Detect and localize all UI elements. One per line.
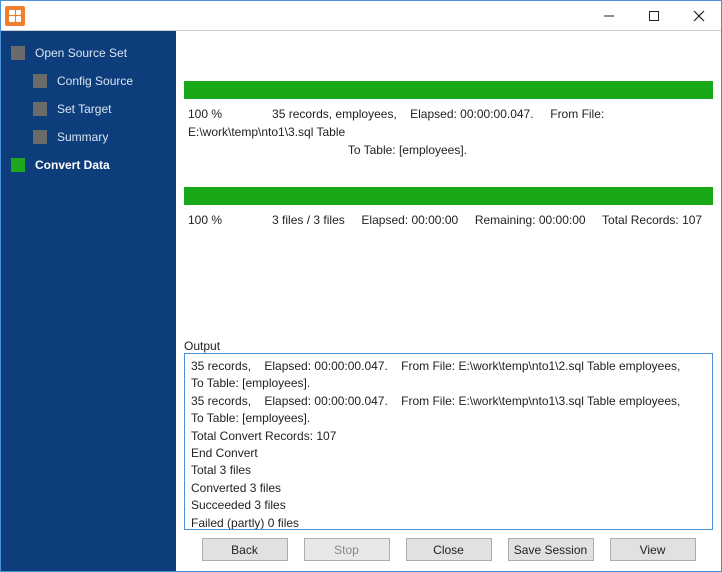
overall-progress-elapsed: Elapsed: 00:00:00 <box>361 213 458 227</box>
save-session-button[interactable]: Save Session <box>508 538 594 561</box>
sidebar-item-label: Set Target <box>57 102 111 116</box>
file-progress-info: 100 % 35 records, employees, Elapsed: 00… <box>184 105 713 159</box>
sidebar-item-label: Summary <box>57 130 108 144</box>
main-panel: 100 % 35 records, employees, Elapsed: 00… <box>176 31 721 571</box>
file-progress-elapsed: Elapsed: 00:00:00.047. <box>410 107 533 121</box>
sidebar-item-label: Config Source <box>57 74 133 88</box>
sidebar-item-config-source[interactable]: Config Source <box>1 67 176 95</box>
stop-button[interactable]: Stop <box>304 538 390 561</box>
overall-progress-percent: 100 % <box>188 213 222 227</box>
file-progress-records: 35 records, employees, <box>272 107 397 121</box>
sidebar-item-summary[interactable]: Summary <box>1 123 176 151</box>
view-button[interactable]: View <box>610 538 696 561</box>
file-progress-to: To Table: [employees]. <box>348 143 467 157</box>
overall-progress-remaining: Remaining: 00:00:00 <box>475 213 586 227</box>
file-progress-from: From File: E:\work\temp\nto1\3.sql Table <box>188 107 604 139</box>
close-wizard-button[interactable]: Close <box>406 538 492 561</box>
window-controls <box>586 1 721 30</box>
sidebar-item-label: Open Source Set <box>35 46 127 60</box>
step-icon <box>33 130 47 144</box>
output-log[interactable]: 35 records, Elapsed: 00:00:00.047. From … <box>184 353 713 530</box>
sidebar-item-open-source-set[interactable]: Open Source Set <box>1 39 176 67</box>
close-button[interactable] <box>676 1 721 30</box>
step-icon <box>33 102 47 116</box>
step-icon <box>33 74 47 88</box>
output-label: Output <box>184 229 713 353</box>
step-icon <box>11 158 25 172</box>
button-row: Back Stop Close Save Session View <box>184 538 713 563</box>
content: Open Source Set Config Source Set Target… <box>1 31 721 571</box>
file-progress-percent: 100 % <box>188 107 222 121</box>
titlebar <box>1 1 721 31</box>
sidebar-item-set-target[interactable]: Set Target <box>1 95 176 123</box>
app-icon <box>5 6 25 26</box>
maximize-button[interactable] <box>631 1 676 30</box>
titlebar-left <box>1 6 25 26</box>
back-button[interactable]: Back <box>202 538 288 561</box>
overall-progress-files: 3 files / 3 files <box>272 213 345 227</box>
file-progress-bar <box>184 81 713 99</box>
sidebar-item-label: Convert Data <box>35 158 110 172</box>
overall-progress-info: 100 % 3 files / 3 files Elapsed: 00:00:0… <box>184 211 713 229</box>
minimize-button[interactable] <box>586 1 631 30</box>
step-icon <box>11 46 25 60</box>
overall-progress-section: 100 % 3 files / 3 files Elapsed: 00:00:0… <box>184 187 713 229</box>
sidebar-item-convert-data[interactable]: Convert Data <box>1 151 176 179</box>
overall-progress-bar <box>184 187 713 205</box>
file-progress-section: 100 % 35 records, employees, Elapsed: 00… <box>184 81 713 159</box>
overall-progress-total: Total Records: 107 <box>602 213 702 227</box>
sidebar: Open Source Set Config Source Set Target… <box>1 31 176 571</box>
